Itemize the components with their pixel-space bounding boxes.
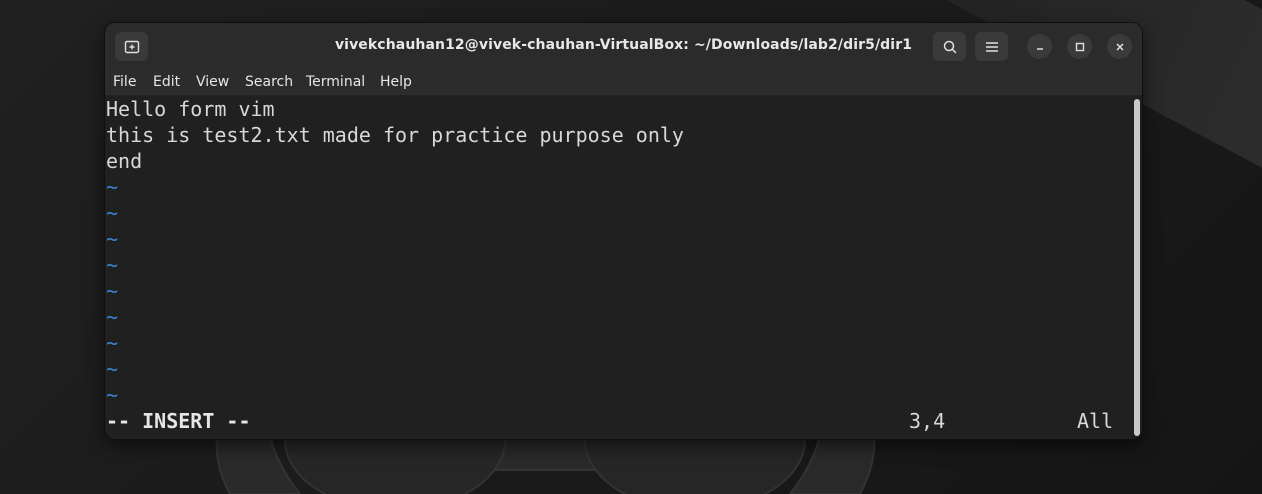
scroll-indicator: All: [1077, 409, 1114, 433]
scrollbar[interactable]: [1134, 99, 1140, 436]
menubar: File Edit View Search Terminal Help: [105, 69, 1142, 96]
menu-file[interactable]: File: [113, 74, 136, 90]
close-icon: [1115, 42, 1124, 51]
maximize-icon: [1075, 42, 1084, 51]
terminal-window: vivekchauhan12@vivek-chauhan-VirtualBox:…: [105, 23, 1142, 439]
menu-terminal[interactable]: Terminal: [306, 74, 365, 90]
close-button[interactable]: [1107, 34, 1132, 59]
menu-search[interactable]: Search: [245, 74, 293, 90]
empty-line-tilde: ~: [106, 383, 119, 407]
menu-view[interactable]: View: [196, 74, 229, 90]
empty-line-tilde: ~: [106, 175, 119, 199]
empty-line-tilde: ~: [106, 331, 119, 355]
cursor-position: 3,4: [909, 409, 946, 433]
hamburger-menu-icon: [985, 41, 998, 52]
empty-line-tilde: ~: [106, 357, 119, 381]
vim-mode-indicator: -- INSERT --: [106, 409, 251, 433]
minimize-button[interactable]: [1027, 34, 1052, 59]
empty-line-tilde: ~: [106, 279, 119, 303]
menu-help[interactable]: Help: [380, 74, 412, 90]
maximize-button[interactable]: [1067, 34, 1092, 59]
search-button[interactable]: [933, 32, 966, 61]
titlebar[interactable]: vivekchauhan12@vivek-chauhan-VirtualBox:…: [105, 23, 1142, 69]
text-line: Hello form vim: [106, 97, 275, 121]
empty-line-tilde: ~: [106, 305, 119, 329]
hamburger-menu-button[interactable]: [975, 32, 1008, 61]
minimize-icon: [1036, 47, 1043, 50]
empty-line-tilde: ~: [106, 253, 119, 277]
empty-line-tilde: ~: [106, 227, 119, 251]
terminal-content[interactable]: Hello form vim this is test2.txt made fo…: [105, 96, 1142, 439]
menu-edit[interactable]: Edit: [153, 74, 180, 90]
text-line: end: [106, 149, 143, 173]
search-icon: [943, 40, 957, 54]
empty-line-tilde: ~: [106, 201, 119, 225]
text-line: this is test2.txt made for practice purp…: [106, 123, 684, 147]
